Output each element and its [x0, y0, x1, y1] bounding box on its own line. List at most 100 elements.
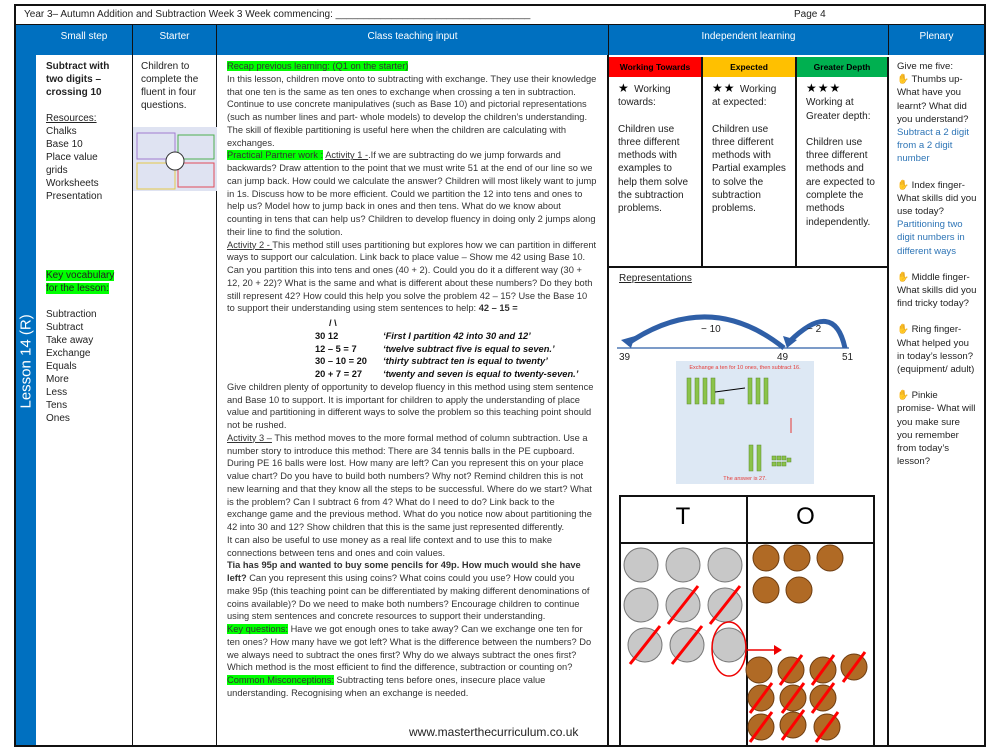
vocab-item: Subtraction — [46, 309, 97, 320]
pv-header-tens: T — [675, 503, 691, 530]
level-header-2: Greater Depth — [797, 57, 889, 77]
header-plenary: Plenary — [889, 25, 985, 55]
plenary-item: ✋ Index finger- What skills did you use … — [897, 179, 977, 258]
stem-row: 20 + 7 = 27 ‘twenty and seven is equal to… — [315, 368, 597, 381]
level-content-2: ★★★ Working at Greater depth: Children us… — [797, 77, 889, 268]
highlighted-heading: Practical Partner work : — [227, 150, 324, 161]
stem-equation: 20 + 7 = 27 — [315, 369, 363, 379]
penny-coin — [752, 544, 780, 572]
hand-icon: ✋ — [897, 324, 912, 336]
stem-sentences: / \ 30 12 ‘First I partition 42 into 30 a… — [227, 317, 597, 381]
teaching-paragraph: Common Misconceptions: Subtracting tens … — [227, 674, 597, 700]
stem-sentence: ‘thirty subtract ten is equal to twenty’ — [383, 356, 548, 367]
footer-url: www.masterthecurriculum.co.uk — [409, 725, 579, 739]
paragraph-text: Activity 3 – — [227, 432, 272, 443]
stem-sentence: ‘twenty and seven is equal to twenty-sev… — [383, 369, 579, 379]
base10-caption: Exchange a ten for 10 ones, then subtrac… — [689, 365, 801, 371]
place-value-chart — [619, 495, 875, 747]
penny-coin — [752, 576, 780, 604]
plenary-item: ✋ Thumbs up- What have you learnt? What … — [897, 73, 977, 165]
resource-item: Base 10 — [46, 139, 83, 150]
highlighted-heading: Key questions: — [227, 624, 288, 634]
star-icon: ★ — [618, 81, 635, 95]
small-step-title: Subtract with two digits – crossing 10 — [46, 61, 110, 98]
penny-coin — [783, 544, 811, 572]
level-content-1: ★★ Working at expected: Children use thre… — [703, 77, 797, 268]
highlighted-heading: Common Misconceptions: — [227, 675, 334, 685]
small-step-column: Subtract with two digits – crossing 10 R… — [36, 55, 133, 747]
ten-pence-coin — [623, 547, 659, 583]
plenary-answer: Subtract a 2 digit from a 2 digit number — [897, 127, 969, 165]
header-independent: Independent learning — [609, 25, 889, 55]
jump-label-10: − 10 — [701, 324, 721, 335]
teaching-paragraph: Recap previous learning: (Q1 on the star… — [227, 60, 597, 73]
penny-coin — [745, 656, 773, 684]
starter-column: Children to complete the fluent in four … — [133, 55, 217, 747]
teaching-paragraph: Give children plenty of opportunity to d… — [227, 381, 597, 432]
level-content-0: ★ Working towards: Children use three dif… — [609, 77, 703, 268]
plenary-intro: Give me five: — [897, 61, 953, 72]
header-small-step: Small step — [36, 25, 133, 55]
paragraph-text: Can you represent this using coins? What… — [227, 573, 590, 622]
hand-icon: ✋ — [897, 74, 912, 86]
paragraph-text: This method still uses partitioning but … — [227, 239, 597, 314]
hand-icon: ✋ — [897, 271, 912, 283]
plenary-column: Give me five: ✋ Thumbs up- What have you… — [889, 55, 985, 747]
base10-answer: The answer is 27. — [723, 476, 767, 482]
plenary-item: ✋ Ring finger- What helped you in today’… — [897, 323, 977, 376]
stem-sentence: ‘twelve subtract five is equal to seven.… — [383, 343, 555, 354]
vocab-item: Less — [46, 387, 68, 398]
level-heading: Working at Greater depth: — [806, 97, 871, 122]
resource-item: Place value grids — [46, 152, 98, 176]
resources-label: Resources: — [46, 113, 97, 124]
ten-pence-coin — [711, 627, 747, 663]
pv-header-ones: O — [796, 503, 815, 530]
level-text: Children use three different methods wit… — [618, 123, 689, 215]
vocab-item: Subtract — [46, 322, 84, 333]
paragraph-text: .If we are subtracting do we jump forwar… — [227, 150, 597, 237]
hand-icon: ✋ — [897, 179, 912, 191]
star-icon: ★★ — [712, 81, 740, 95]
paragraph-text: Activity 1 - — [325, 150, 369, 161]
resource-item: Presentation — [46, 191, 103, 202]
penny-coin — [785, 576, 813, 604]
ten-pence-coin — [707, 547, 743, 583]
page-number: Page 4 — [794, 9, 826, 20]
paragraph-text: It can also be useful to use money as a … — [227, 534, 553, 558]
header-starter: Starter — [133, 25, 217, 55]
ten-pence-coin — [623, 587, 659, 623]
teaching-paragraph: Practical Partner work : Activity 1 -.If… — [227, 149, 597, 238]
resources-list: Chalks Base 10 Place value grids Worksheets… — [46, 125, 122, 203]
numberline-label-51: 51 — [842, 352, 854, 363]
representations-panel: Representations 39 49 51 − 10 − 2 Exchan… — [609, 268, 889, 747]
resource-item: Worksheets — [46, 178, 99, 189]
paragraph-text: This method moves to the more formal met… — [227, 432, 592, 532]
paragraph-text: Which method is the most efficient to fi… — [227, 662, 573, 673]
numberline-label-49: 49 — [777, 352, 789, 363]
stem-equation: 12 – 5 = 7 — [315, 343, 357, 354]
vocab-item: More — [46, 374, 69, 385]
hand-icon: ✋ — [897, 390, 912, 402]
paragraph-text: Give children plenty of opportunity to d… — [227, 381, 594, 430]
starter-worksheet-thumbnail — [133, 127, 217, 191]
starter-text: Children to complete the fluent in four … — [141, 61, 199, 111]
stem-row: 30 12 ‘First I partition 42 into 30 and 1… — [315, 330, 597, 343]
teaching-paragraph: Which method is the most efficient to fi… — [227, 661, 597, 674]
stem-row: 12 – 5 = 7 ‘twelve subtract five is equal… — [315, 343, 597, 356]
page-title: Year 3– Autumn Addition and Subtraction … — [24, 9, 531, 20]
stem-equation: 30 12 — [315, 330, 339, 341]
level-text: Children use three different methods wit… — [712, 123, 786, 215]
lesson-label: Lesson 14 (R) — [17, 314, 35, 409]
number-line — [617, 314, 849, 484]
teaching-paragraph: It can also be useful to use money as a … — [227, 534, 597, 560]
jump-label-2: − 2 — [807, 324, 822, 335]
teaching-column: Recap previous learning: (Q1 on the star… — [217, 55, 609, 747]
vocab-item: Equals — [46, 361, 77, 372]
stem-sentence: ‘First I partition 42 into 30 and 12’ — [383, 330, 531, 341]
level-header-1: Expected — [703, 57, 797, 77]
stem-equation: 30 – 10 = 20 — [315, 356, 367, 367]
ten-pence-coin — [665, 547, 701, 583]
teaching-paragraph: Key questions: Have we got enough ones t… — [227, 623, 597, 661]
teaching-paragraph: In this lesson, children move onto to su… — [227, 73, 597, 150]
numberline-label-39: 39 — [619, 352, 631, 363]
